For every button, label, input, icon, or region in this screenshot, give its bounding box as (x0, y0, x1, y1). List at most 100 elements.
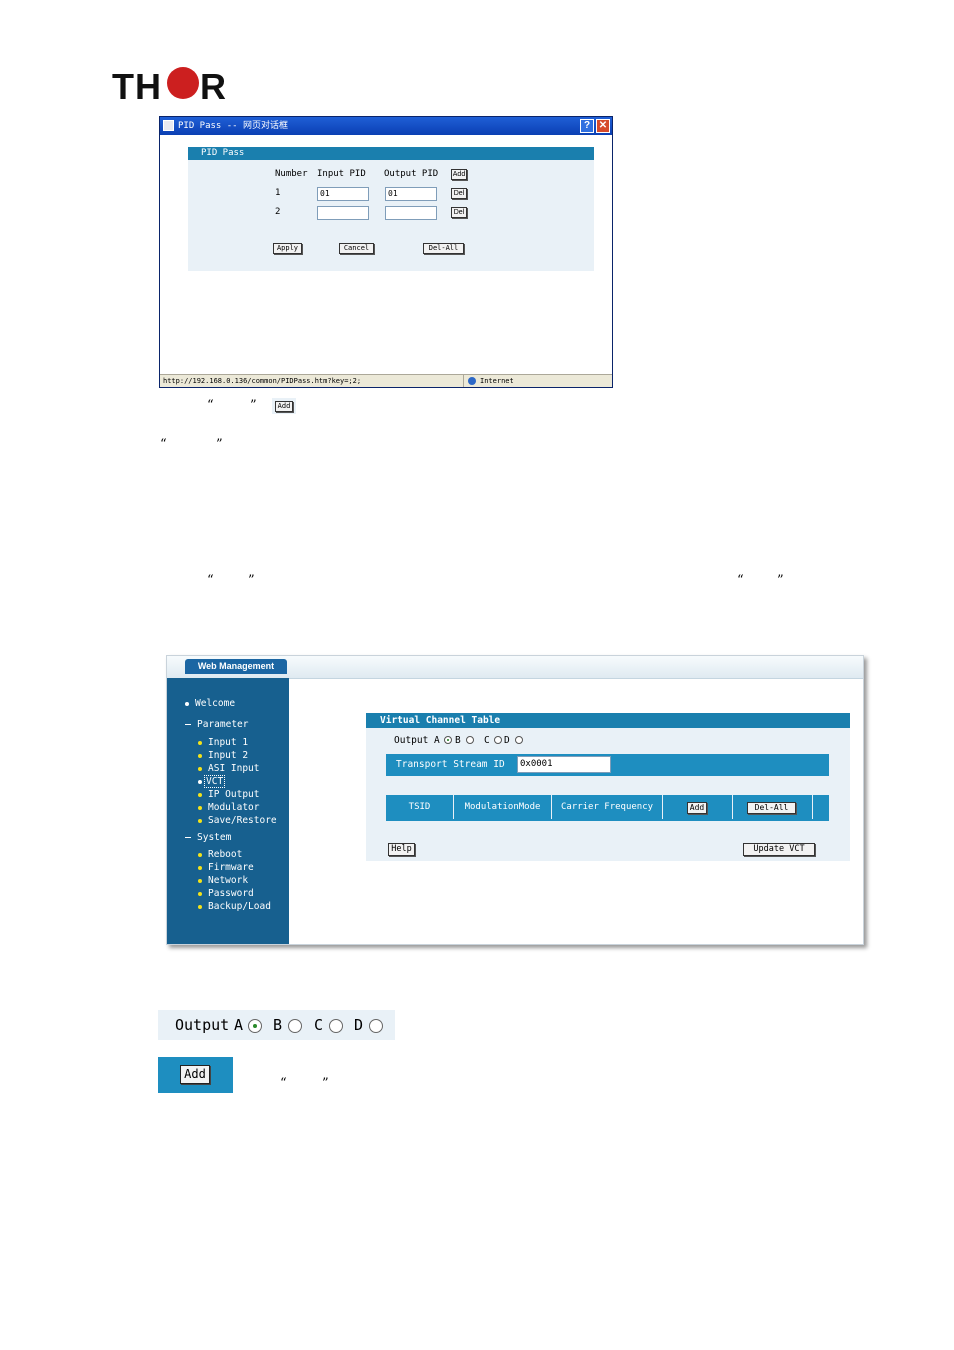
add-cell: Add (663, 795, 733, 819)
header-number: Number (275, 169, 308, 179)
pid-pass-panel: PID Pass Number Input PID Output PID Add… (188, 147, 594, 271)
input-pid-field[interactable]: 01 (317, 187, 369, 201)
close-quote: ” (216, 437, 223, 452)
input-pid-field[interactable] (317, 206, 369, 220)
sidebar-item-asi-input[interactable]: ASI Input (198, 763, 259, 774)
output-option-a-label: A (434, 735, 440, 746)
add-button-icon: Add (275, 401, 293, 412)
sidebar-item-welcome[interactable]: Welcome (185, 698, 235, 709)
pid-pass-dialog: PID Pass -- 网页对话框 ? ✕ PID Pass Number In… (159, 116, 613, 388)
apply-button[interactable]: Apply (273, 243, 302, 254)
output-pid-field[interactable] (385, 206, 437, 220)
radio-b[interactable] (288, 1019, 302, 1033)
output-radio-d[interactable] (515, 736, 523, 744)
close-quote: ” (248, 573, 255, 588)
option-b-label: B (273, 1016, 283, 1034)
sidebar-item-label: System (197, 832, 232, 843)
add-button[interactable]: Add (451, 169, 467, 180)
bullet-icon (198, 792, 202, 797)
option-c-label: C (314, 1016, 324, 1034)
sidebar-item-label: Welcome (195, 698, 236, 709)
status-zone-label: Internet (480, 377, 514, 385)
sidebar-item-ip-output[interactable]: IP Output (198, 789, 259, 800)
cancel-button[interactable]: Cancel (339, 243, 374, 254)
vct-table-header: TSID ModulationMode Carrier Frequency Ad… (386, 795, 829, 821)
logo-text-right: R (200, 66, 227, 107)
sidebar-item-backup-load[interactable]: Backup/Load (198, 901, 271, 912)
dialog-titlebar: PID Pass -- 网页对话框 ? ✕ (160, 117, 612, 135)
del-all-cell: Del-All (733, 795, 813, 819)
open-quote: “ (280, 1076, 287, 1091)
add-button[interactable]: Add (180, 1065, 210, 1084)
radio-a[interactable] (248, 1019, 262, 1033)
sidebar-item-firmware[interactable]: Firmware (198, 862, 254, 873)
sidebar-item-label: Modulator (208, 802, 260, 813)
sidebar-item-label: Password (208, 888, 254, 899)
dialog-title: PID Pass -- 网页对话框 (178, 121, 289, 131)
help-icon[interactable]: ? (580, 119, 594, 133)
header-output-pid: Output PID (384, 169, 439, 179)
output-option-d-label: D (504, 735, 510, 746)
radio-c[interactable] (329, 1019, 343, 1033)
column-header: Carrier Frequency (552, 795, 663, 819)
del-all-button[interactable]: Del-All (423, 243, 464, 254)
del-all-button[interactable]: Del-All (747, 802, 796, 814)
del-button[interactable]: Del (451, 188, 467, 199)
open-quote: “ (160, 437, 167, 452)
top-bar: Web Management (167, 656, 863, 679)
status-bar: http://192.168.0.136/common/PIDPass.htm?… (160, 374, 612, 387)
radio-d[interactable] (369, 1019, 383, 1033)
close-icon[interactable]: ✕ (596, 119, 610, 133)
option-d-label: D (354, 1016, 364, 1034)
output-radio-b[interactable] (466, 736, 474, 744)
bullet-icon (198, 878, 202, 883)
sidebar-item-input1[interactable]: Input 1 (198, 737, 248, 748)
minus-icon (185, 724, 191, 725)
sidebar-item-vct[interactable]: VCT (198, 775, 226, 788)
add-button[interactable]: Add (687, 802, 707, 814)
update-vct-button[interactable]: Update VCT (743, 843, 815, 856)
bullet-icon (198, 818, 202, 823)
sidebar-item-label: Parameter (197, 719, 249, 730)
sidebar-item-label: Save/Restore (208, 815, 277, 826)
output-radio-a[interactable] (444, 736, 452, 744)
vct-header: Virtual Channel Table (366, 713, 850, 728)
close-quote: ” (322, 1076, 329, 1091)
logo-text-left: TH (112, 66, 162, 107)
help-button[interactable]: Help (388, 843, 415, 856)
panel-title: PID Pass (201, 148, 245, 158)
sidebar-item-input2[interactable]: Input 2 (198, 750, 248, 761)
bullet-icon (198, 766, 202, 771)
output-selector-zoom: Output A B C D (158, 1010, 395, 1040)
status-zone: Internet (463, 375, 611, 387)
tsid-input[interactable]: 0x0001 (517, 756, 611, 773)
sidebar-item-parameter[interactable]: Parameter (185, 719, 248, 730)
brand-tab: Web Management (185, 659, 287, 674)
output-radio-c[interactable] (494, 736, 502, 744)
sidebar-item-label: Backup/Load (208, 901, 271, 912)
internet-globe-icon (468, 377, 476, 385)
window-icon (163, 120, 174, 131)
output-pid-field[interactable]: 01 (385, 187, 437, 201)
sidebar-item-reboot[interactable]: Reboot (198, 849, 242, 860)
output-option-b-label: B (455, 735, 461, 746)
tsid-label: Transport Stream ID (396, 759, 505, 770)
sidebar-item-system[interactable]: System (185, 832, 231, 843)
del-button[interactable]: Del (451, 207, 467, 218)
sidebar-item-network[interactable]: Network (198, 875, 248, 886)
thor-logo: TH R (112, 66, 230, 107)
panel-header: PID Pass (188, 147, 594, 160)
vct-title: Virtual Channel Table (380, 715, 501, 726)
sidebar-item-save-restore[interactable]: Save/Restore (198, 815, 277, 826)
tsid-row: Transport Stream ID 0x0001 (386, 754, 829, 776)
sidebar-item-label: Input 1 (208, 737, 249, 748)
sidebar-item-label: Input 2 (208, 750, 249, 761)
sidebar-item-modulator[interactable]: Modulator (198, 802, 259, 813)
bullet-icon (198, 779, 202, 784)
bullet-icon (198, 904, 202, 909)
close-quote: ” (777, 573, 784, 588)
status-url: http://192.168.0.136/common/PIDPass.htm?… (163, 377, 362, 385)
bullet-icon (198, 852, 202, 857)
sidebar-item-password[interactable]: Password (198, 888, 254, 899)
sidebar-item-label: VCT (204, 775, 226, 788)
